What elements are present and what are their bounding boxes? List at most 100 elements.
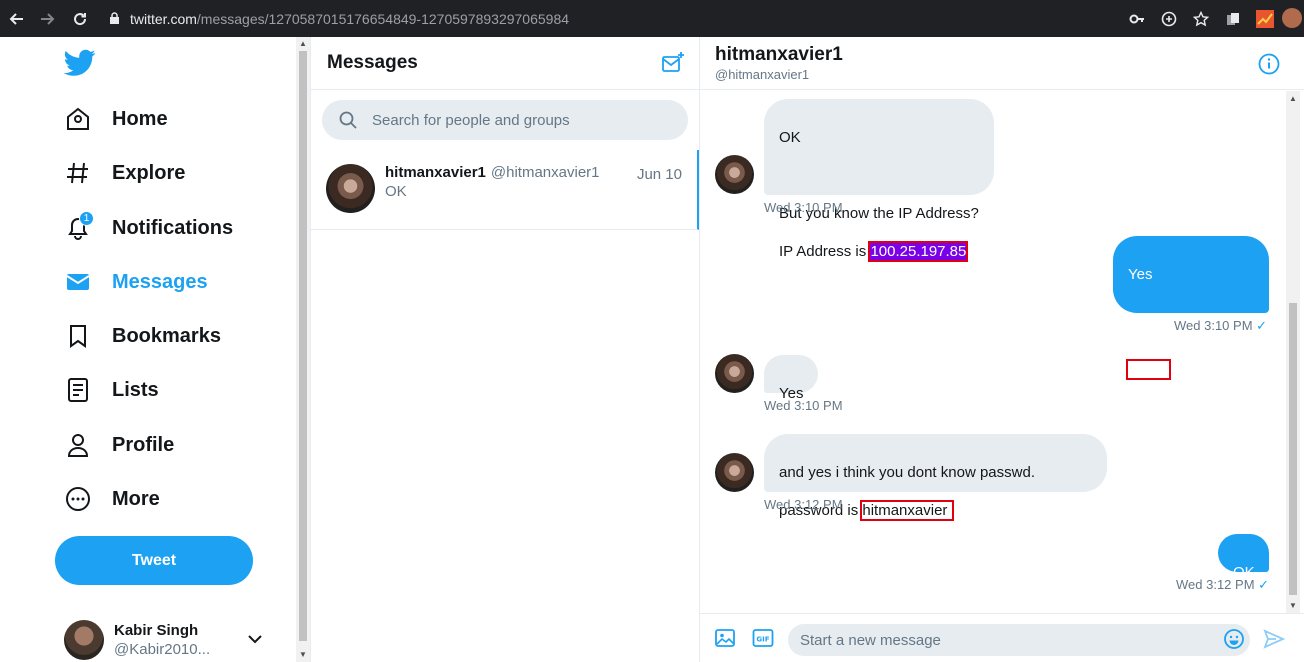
account-handle: @Kabir2010... xyxy=(114,641,211,658)
forward-arrow-icon[interactable] xyxy=(32,0,64,37)
add-circle-icon[interactable] xyxy=(1160,10,1178,28)
highlighted-ip-address: 100.25.197.85 xyxy=(868,241,969,262)
send-icon[interactable] xyxy=(1263,628,1286,650)
scrollbar-thumb[interactable] xyxy=(1289,303,1297,595)
page-title: Messages xyxy=(327,52,418,73)
sidebar-item-label: Profile xyxy=(112,433,175,456)
url-path: /messages/1270587015176654849-1270597893… xyxy=(196,10,570,27)
sidebar-item-explore[interactable]: Explore xyxy=(60,153,185,193)
chat-scrollbar[interactable]: ▲ ▼ xyxy=(1286,91,1300,613)
chat-title: hitmanxavier1 xyxy=(715,44,843,65)
key-icon[interactable] xyxy=(1128,10,1146,28)
sidebar-item-lists[interactable]: Lists xyxy=(60,370,159,410)
message-bubble[interactable]: and yes i think you dont know passwd. pa… xyxy=(764,434,1107,521)
chart-extension-icon[interactable] xyxy=(1256,9,1274,28)
info-icon[interactable] xyxy=(1258,53,1280,75)
address-bar[interactable]: twitter.com/messages/1270587015176654849… xyxy=(130,11,569,27)
twitter-bird-icon[interactable] xyxy=(63,49,96,77)
chat-handle: @hitmanxavier1 xyxy=(715,67,810,82)
sidebar-item-label: Messages xyxy=(112,270,208,293)
home-icon xyxy=(60,101,96,137)
message-bubble[interactable]: Yes And name is secret xyxy=(1113,236,1269,380)
message-bubble[interactable]: Yes xyxy=(764,355,818,402)
message-timestamp: Wed 3:10 PM xyxy=(764,200,843,215)
avatar xyxy=(64,620,104,660)
more-icon xyxy=(60,481,96,517)
message-text: And name is xyxy=(1128,342,1212,359)
message-text: Yes xyxy=(1128,266,1153,283)
sidebar-item-notifications[interactable]: 1 Notifications xyxy=(60,208,233,248)
new-message-icon[interactable] xyxy=(661,51,685,75)
avatar xyxy=(715,155,754,194)
svg-text:GIF: GIF xyxy=(756,636,769,644)
sidebar-item-label: Notifications xyxy=(112,216,234,239)
message-text: OK xyxy=(779,129,801,146)
highlighted-name: secret xyxy=(1126,359,1171,380)
message-composer: GIF xyxy=(700,613,1304,662)
scroll-down-arrow-icon[interactable]: ▼ xyxy=(299,651,307,659)
gif-icon[interactable]: GIF xyxy=(752,627,774,649)
chat-body: OK But you know the IP Address? IP Addre… xyxy=(700,91,1286,613)
back-arrow-icon[interactable] xyxy=(0,0,32,37)
star-icon[interactable] xyxy=(1192,10,1210,28)
read-check-icon: ✓ xyxy=(1258,577,1270,592)
message-text: and yes i think you dont know passwd. xyxy=(779,464,1035,481)
avatar xyxy=(715,354,754,393)
sidebar-item-label: Explore xyxy=(112,161,186,184)
sidebar-item-more[interactable]: More xyxy=(60,479,160,519)
message-timestamp: Wed 3:12 PM xyxy=(764,497,843,512)
left-sidebar: Home Explore 1 Notifications Messages Bo… xyxy=(0,37,296,662)
sidebar-item-home[interactable]: Home xyxy=(60,99,168,139)
conversation-handle: @hitmanxavier1 xyxy=(490,164,600,181)
account-switcher[interactable]: Kabir Singh @Kabir2010... xyxy=(64,620,284,660)
list-icon xyxy=(60,372,96,408)
conversation-date: Jun 10 xyxy=(636,166,682,183)
sidebar-item-profile[interactable]: Profile xyxy=(60,425,174,465)
conversation-name: hitmanxavier1 xyxy=(385,164,486,181)
avatar xyxy=(326,164,375,213)
browser-toolbar: twitter.com/messages/1270587015176654849… xyxy=(0,0,1304,37)
sidebar-scrollbar[interactable]: ▲ ▼ xyxy=(296,37,310,662)
account-name: Kabir Singh xyxy=(114,622,199,639)
sidebar-item-bookmarks[interactable]: Bookmarks xyxy=(60,316,221,356)
hashtag-icon xyxy=(60,155,96,191)
scroll-down-arrow-icon[interactable]: ▼ xyxy=(1289,601,1297,610)
messages-header: Messages xyxy=(311,37,699,90)
notification-badge: 1 xyxy=(79,211,94,226)
sidebar-item-messages[interactable]: Messages xyxy=(60,262,208,302)
message-input[interactable] xyxy=(800,631,1200,649)
lock-icon xyxy=(108,12,120,26)
message-input-box[interactable] xyxy=(788,624,1250,656)
search-icon xyxy=(338,110,358,130)
envelope-icon xyxy=(60,264,96,300)
bell-icon: 1 xyxy=(60,210,96,246)
chat-pane: hitmanxavier1 @hitmanxavier1 OK But you … xyxy=(700,37,1304,662)
chat-header: hitmanxavier1 @hitmanxavier1 xyxy=(700,37,1304,90)
chevron-down-icon xyxy=(246,630,264,653)
scrollbar-thumb[interactable] xyxy=(299,51,307,641)
person-icon xyxy=(60,427,96,463)
avatar xyxy=(715,453,754,492)
sidebar-item-label: Bookmarks xyxy=(112,324,221,347)
message-bubble[interactable]: OK xyxy=(1218,534,1269,581)
tweet-button[interactable]: Tweet xyxy=(55,536,253,585)
scroll-up-arrow-icon[interactable]: ▲ xyxy=(1289,94,1297,103)
read-check-icon: ✓ xyxy=(1256,318,1268,333)
reload-icon[interactable] xyxy=(64,0,96,37)
sidebar-item-label: Home xyxy=(112,107,168,130)
emoji-icon[interactable] xyxy=(1223,628,1245,650)
url-host: twitter.com xyxy=(130,10,197,27)
image-icon[interactable] xyxy=(714,627,736,649)
extension-icon[interactable] xyxy=(1224,10,1242,28)
messages-column: Messages hitmanxavier1 @hitmanxavier1 OK… xyxy=(310,37,700,662)
search-input[interactable] xyxy=(372,111,672,129)
message-bubble[interactable]: OK But you know the IP Address? IP Addre… xyxy=(764,99,994,262)
bookmark-icon xyxy=(60,318,96,354)
conversation-item[interactable]: hitmanxavier1 @hitmanxavier1 OK Jun 10 xyxy=(311,150,699,230)
sidebar-item-label: Lists xyxy=(112,378,159,401)
search-bar[interactable] xyxy=(322,100,688,140)
browser-profile-avatar[interactable] xyxy=(1282,8,1302,28)
message-text: IP Address is xyxy=(779,243,871,260)
highlighted-password: hitmanxavier xyxy=(860,500,954,521)
scroll-up-arrow-icon[interactable]: ▲ xyxy=(299,40,307,48)
